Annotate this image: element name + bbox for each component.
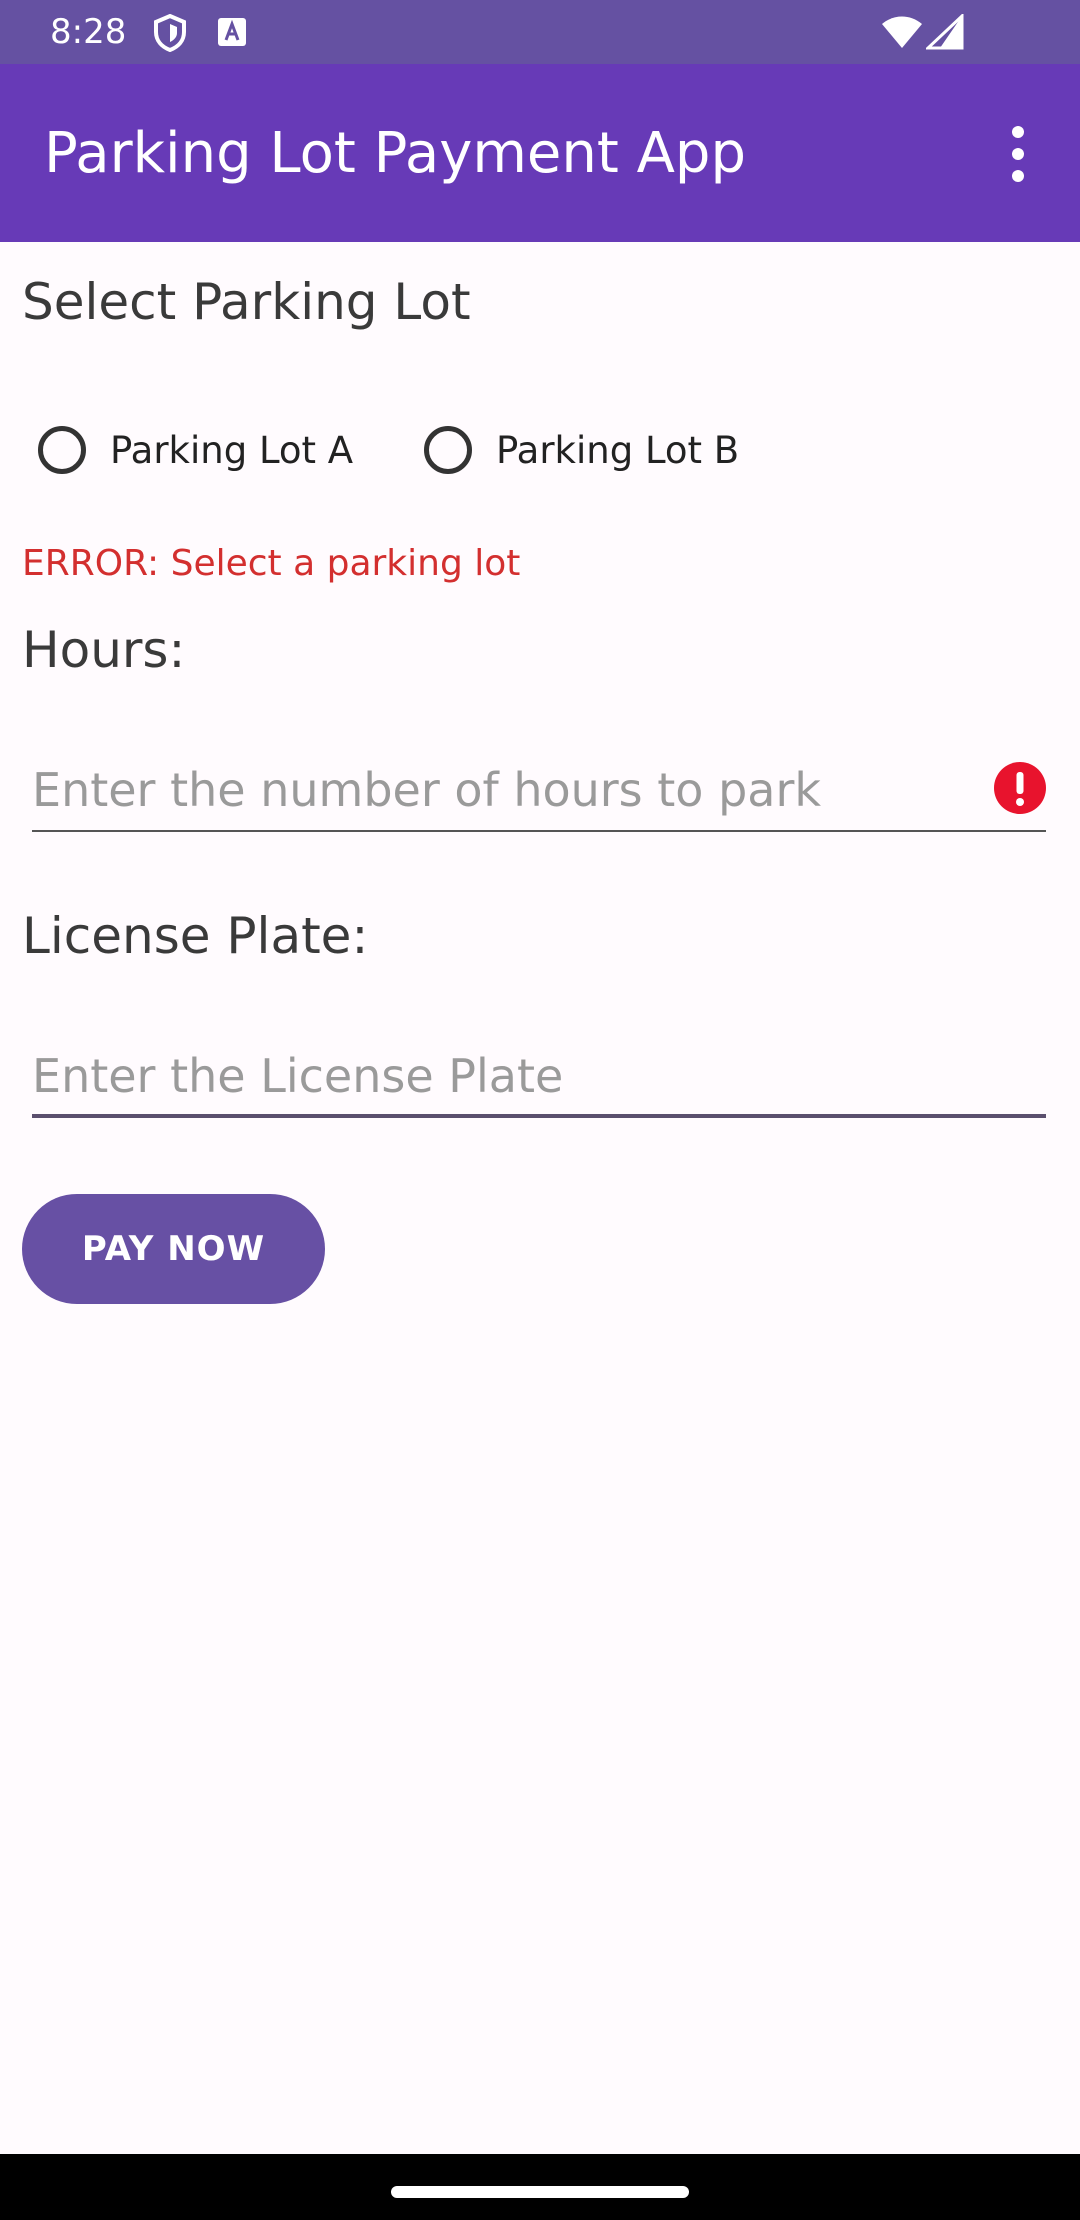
radio-parking-lot-a[interactable]: Parking Lot A	[38, 418, 353, 482]
status-time: 8:28	[50, 12, 127, 52]
app-title: Parking Lot Payment App	[44, 121, 747, 186]
license-plate-field[interactable]	[32, 1038, 1046, 1118]
navigation-bar	[0, 2154, 1080, 2220]
shield-icon	[152, 13, 188, 56]
select-lot-label: Select Parking Lot	[22, 273, 471, 331]
license-plate-label: License Plate:	[22, 907, 369, 965]
radio-circle-icon[interactable]	[424, 426, 472, 474]
app-bar: Parking Lot Payment App	[0, 64, 1080, 242]
radio-label[interactable]: Parking Lot A	[110, 429, 353, 472]
hours-label: Hours:	[22, 621, 186, 679]
radio-parking-lot-b[interactable]: Parking Lot B	[424, 418, 739, 482]
hours-underline	[32, 830, 1046, 832]
license-plate-input[interactable]	[32, 1038, 1046, 1114]
status-bar: 8:28	[0, 0, 1080, 64]
radio-label[interactable]: Parking Lot B	[496, 429, 739, 472]
wifi-icon	[880, 14, 924, 54]
more-vert-icon[interactable]	[988, 114, 1048, 194]
signal-icon	[924, 12, 964, 54]
lot-error-message: ERROR: Select a parking lot	[22, 543, 521, 584]
hours-field[interactable]	[32, 752, 1046, 832]
error-icon	[994, 762, 1046, 814]
a-notification-icon	[218, 18, 246, 50]
radio-circle-icon[interactable]	[38, 426, 86, 474]
license-plate-underline	[32, 1114, 1046, 1118]
home-gesture-handle[interactable]	[391, 2186, 689, 2198]
pay-now-button[interactable]: PAY NOW	[22, 1194, 325, 1304]
hours-input[interactable]	[32, 752, 1046, 828]
